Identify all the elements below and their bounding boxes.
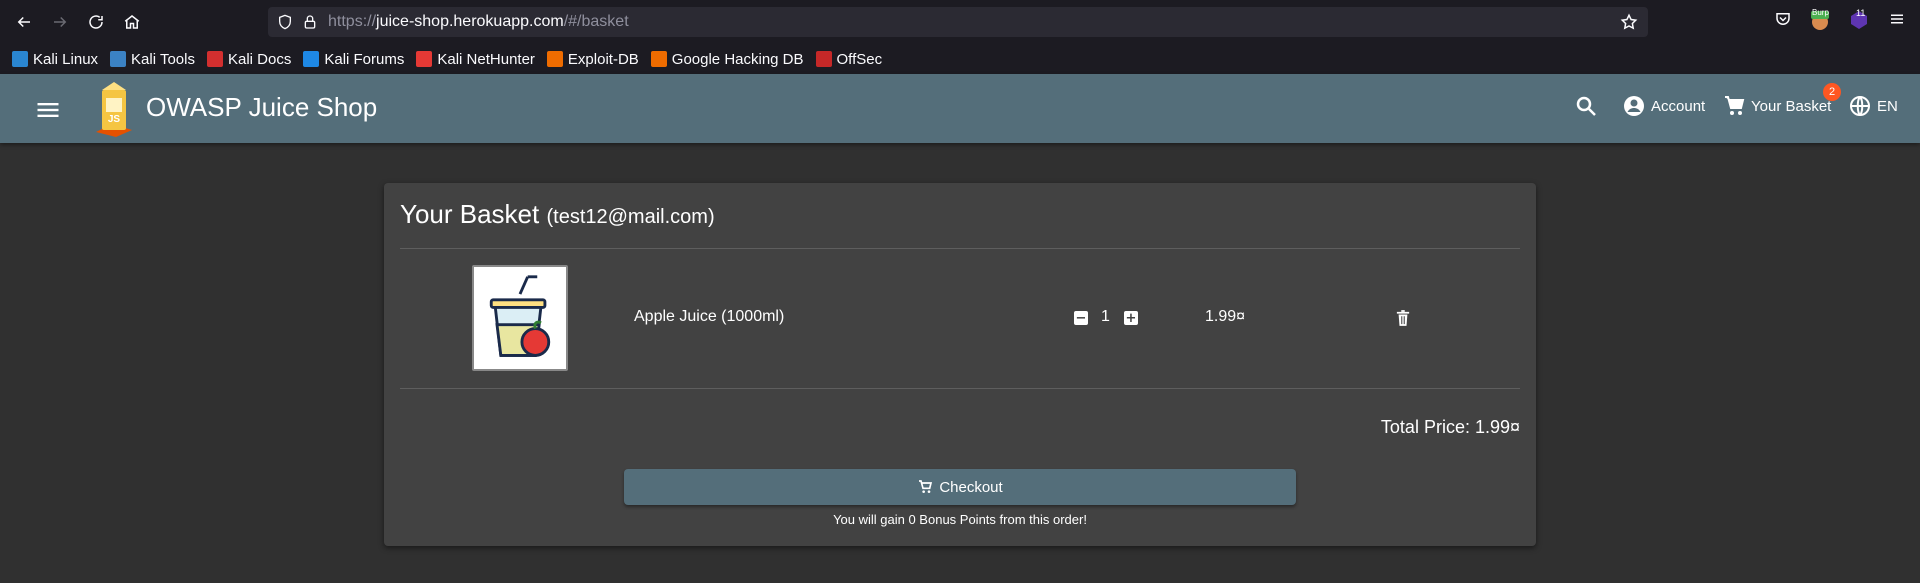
basket-card: Your Basket (test12@mail.com) Apple Juic… xyxy=(384,183,1536,546)
juice-shop-logo[interactable]: JS xyxy=(92,80,136,138)
pocket-icon[interactable] xyxy=(1774,10,1792,28)
burp-label: Burp xyxy=(1812,8,1829,17)
offsec-icon xyxy=(815,51,832,67)
bookmark-star-icon[interactable] xyxy=(1620,13,1638,31)
home-icon[interactable] xyxy=(120,10,144,34)
url-host: juice-shop.herokuapp.com xyxy=(376,13,564,30)
bookmark-label: OffSec xyxy=(836,50,883,68)
bookmark-item[interactable]: OffSec xyxy=(815,50,883,68)
bookmark-label: Kali Linux xyxy=(33,50,99,68)
language-button[interactable]: EN xyxy=(1848,94,1898,118)
lock-icon[interactable] xyxy=(302,14,318,30)
burp-extension-icon[interactable]: Burp xyxy=(1810,8,1830,31)
divider xyxy=(400,388,1520,389)
divider xyxy=(400,248,1520,249)
decrease-quantity-icon[interactable]: − xyxy=(1074,311,1088,325)
app-title[interactable]: OWASP Juice Shop xyxy=(146,92,377,123)
product-name: Apple Juice (1000ml) xyxy=(634,308,785,325)
bookmark-item[interactable]: Kali NetHunter xyxy=(416,51,535,68)
url-prefix: https:// xyxy=(328,13,377,30)
shield-icon[interactable] xyxy=(277,14,293,30)
basket-heading: Your Basket xyxy=(400,199,540,229)
bookmark-label: Kali NetHunter xyxy=(437,50,535,68)
nethunter-icon xyxy=(416,51,433,67)
bookmark-item[interactable]: Google Hacking DB xyxy=(650,50,804,68)
globe-icon xyxy=(1850,96,1870,116)
total-price: Total Price: 1.99¤ xyxy=(1380,417,1520,437)
basket-label: Your Basket xyxy=(1751,97,1832,115)
item-price: 1.99¤ xyxy=(1205,308,1246,325)
kali-forums-icon xyxy=(303,51,320,67)
bookmark-label: Kali Forums xyxy=(324,50,405,68)
bonus-points-text: You will gain 0 Bonus Points from this o… xyxy=(833,512,1087,527)
kali-docs-icon xyxy=(206,51,223,67)
reload-icon[interactable] xyxy=(84,10,108,34)
basket-count-badge: 2 xyxy=(1823,83,1841,101)
kali-dragon-icon xyxy=(12,51,28,67)
svg-text:JS: JS xyxy=(108,114,121,125)
hamburger-menu-icon[interactable] xyxy=(1888,10,1906,28)
product-image xyxy=(472,265,568,371)
cart-icon xyxy=(1725,96,1745,115)
extension-icon[interactable]: 11 xyxy=(1849,8,1869,31)
url-path: /#/basket xyxy=(563,13,629,30)
basket-email: (test12@mail.com) xyxy=(546,206,715,228)
bookmark-item[interactable]: Exploit-DB xyxy=(546,50,639,68)
back-icon[interactable] xyxy=(12,10,36,34)
checkout-button[interactable]: Checkout xyxy=(624,469,1296,505)
bookmark-label: Exploit-DB xyxy=(567,50,639,68)
bookmark-item[interactable]: Kali Tools xyxy=(110,51,195,68)
forward-icon[interactable] xyxy=(48,10,72,34)
bookmark-item[interactable]: Kali Docs xyxy=(206,50,292,68)
bookmark-label: Kali Docs xyxy=(227,50,292,68)
exploit-db-icon xyxy=(546,51,563,67)
kali-tools-icon xyxy=(110,51,127,67)
url-bar[interactable]: https://juice-shop.herokuapp.com/#/baske… xyxy=(268,7,1648,37)
trash-icon[interactable] xyxy=(1396,310,1412,328)
basket-title: Your Basket (test12@mail.com) xyxy=(400,199,715,230)
quantity-value: 1 xyxy=(1101,308,1110,325)
extension-count: 11 xyxy=(1856,8,1866,18)
url-text[interactable]: https://juice-shop.herokuapp.com/#/baske… xyxy=(328,13,629,31)
bookmark-label: Google Hacking DB xyxy=(671,50,804,68)
search-icon[interactable] xyxy=(1574,94,1603,118)
menu-icon[interactable] xyxy=(34,96,62,124)
add-shopping-cart-icon xyxy=(919,480,933,493)
bookmark-item[interactable]: Kali Forums xyxy=(303,51,404,68)
account-label: Account xyxy=(1651,97,1706,115)
increase-quantity-icon[interactable]: + xyxy=(1124,311,1138,325)
account-button[interactable]: Account xyxy=(1622,94,1705,118)
checkout-label: Checkout xyxy=(939,478,1003,496)
browser-toolbar: https://juice-shop.herokuapp.com/#/baske… xyxy=(0,0,1920,44)
ghdb-icon xyxy=(650,51,667,67)
bookmarks-bar: Kali Linux Kali Tools Kali Docs Kali Forums… xyxy=(0,44,1920,74)
language-label: EN xyxy=(1877,97,1898,115)
basket-button[interactable]: Your Basket xyxy=(1722,94,1831,118)
app-toolbar: JS OWASP Juice Shop Account Your Basket … xyxy=(0,74,1920,143)
bookmark-item[interactable]: Kali Linux xyxy=(12,51,98,68)
account-circle-icon xyxy=(1624,96,1644,116)
bookmark-label: Kali Tools xyxy=(131,50,195,68)
